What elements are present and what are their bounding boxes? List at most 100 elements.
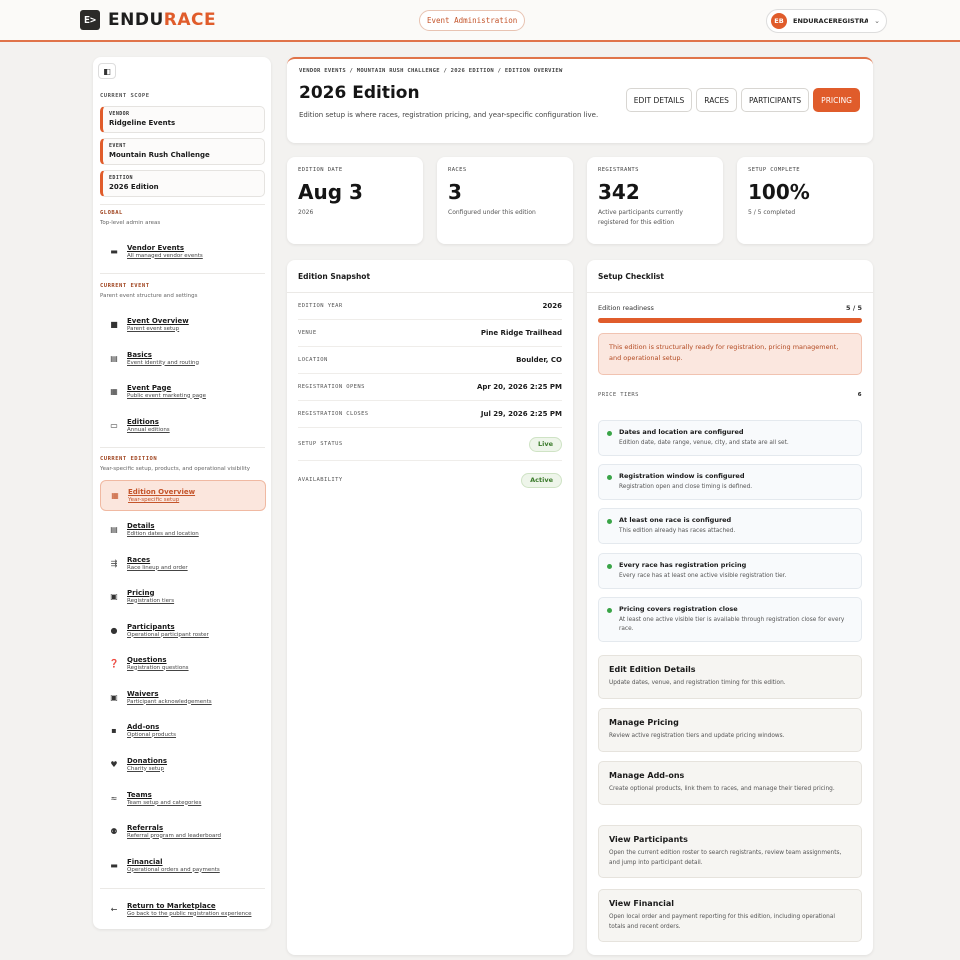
question-icon: ❓ xyxy=(109,658,119,668)
user-menu-button[interactable]: EB ENDURACEREGISTRAT... ⌄ xyxy=(766,9,887,33)
chevron-down-icon: ⌄ xyxy=(874,17,880,25)
edit-edition-details-action[interactable]: Edit Edition Details Update dates, venue,… xyxy=(598,655,862,699)
page-title: 2026 Edition xyxy=(299,83,420,103)
scope-edition: EDITION 2026 Edition xyxy=(100,170,265,197)
status-badge: Live xyxy=(528,436,562,452)
participants-button[interactable]: PARTICIPANTS xyxy=(740,88,810,112)
waiver-icon: ▣ xyxy=(110,692,118,702)
check-dot-icon xyxy=(607,608,612,613)
folder-icon: ■ xyxy=(110,319,118,329)
sidebar-item-add-ons[interactable]: ▪ Add-ons Optional products xyxy=(100,716,266,744)
global-section-sub: Top-level admin areas xyxy=(100,220,161,226)
sidebar-item-financial[interactable]: ▬ Financial Operational orders and paymen… xyxy=(100,851,266,879)
check-dot-icon xyxy=(607,519,612,524)
card-icon: ▬ xyxy=(110,860,118,870)
price-tiers-row: PRICE TIERS 6 xyxy=(598,392,862,398)
heart-icon: ♥ xyxy=(110,759,118,769)
setup-checklist-panel: Setup Checklist Edition readiness 5 / 5 T… xyxy=(587,260,873,955)
checklist-item: Dates and location are configured Edition… xyxy=(598,420,862,456)
current-edition-section-label: CURRENT EDITION xyxy=(100,456,158,462)
manage-add-ons-action[interactable]: Manage Add-ons Create optional products, … xyxy=(598,761,862,805)
stat-registrants: REGISTRANTS 342 Active participants curren… xyxy=(587,157,723,244)
checklist-item: Pricing covers registration close At leas… xyxy=(598,597,862,642)
checklist-item: Every race has registration pricing Every… xyxy=(598,553,862,589)
dashboard-icon: ▦ xyxy=(111,491,119,500)
sidebar-item-referrals[interactable]: ⚉ Referrals Referral program and leaderbo… xyxy=(100,817,266,845)
sidebar-item-donations[interactable]: ♥ Donations Charity setup xyxy=(100,750,266,778)
return-to-marketplace-link[interactable]: ← Return to Marketplace Go back to the pu… xyxy=(100,895,266,923)
view-participants-action[interactable]: View Participants Open the current editio… xyxy=(598,825,862,878)
snapshot-title: Edition Snapshot xyxy=(298,272,371,281)
breadcrumb: VENDOR EVENTS / MOUNTAIN RUSH CHALLENGE … xyxy=(299,68,563,74)
user-name: ENDURACEREGISTRAT... xyxy=(793,17,869,25)
pricing-button[interactable]: PRICING xyxy=(813,88,860,112)
races-button[interactable]: RACES xyxy=(696,88,737,112)
logo-mark-icon: E> xyxy=(80,10,100,30)
brand-logo[interactable]: E> ENDURACE xyxy=(80,10,216,30)
sidebar-item-event-page[interactable]: ▦ Event Page Public event marketing page xyxy=(100,377,266,405)
page-description: Edition setup is where races, registrati… xyxy=(299,111,599,119)
sidebar-item-vendor-events[interactable]: ▬ Vendor Events All managed vendor events xyxy=(100,237,266,265)
sidebar-item-editions[interactable]: ▭ Editions Annual editions xyxy=(100,411,266,439)
checklist-title: Setup Checklist xyxy=(598,272,664,281)
check-dot-icon xyxy=(607,475,612,480)
current-event-section-label: CURRENT EVENT xyxy=(100,283,150,289)
brand-name: ENDURACE xyxy=(108,10,217,30)
snapshot-row-reg-opens: REGISTRATION OPENS Apr 20, 2026 2:25 PM xyxy=(298,374,562,401)
id-card-icon: ▤ xyxy=(110,353,118,363)
sidebar: ◧ CURRENT SCOPE VENDOR Ridgeline Events E… xyxy=(93,57,271,929)
page-icon: ▦ xyxy=(110,386,118,396)
sidebar-item-details[interactable]: ▤ Details Edition dates and location xyxy=(100,515,266,543)
sidebar-item-teams[interactable]: ≈ Teams Team setup and categories xyxy=(100,784,266,812)
view-financial-action[interactable]: View Financial Open local order and payme… xyxy=(598,889,862,942)
snapshot-row-location: LOCATION Boulder, CO xyxy=(298,347,562,374)
arrow-left-icon: ← xyxy=(110,904,118,914)
readiness-row: Edition readiness 5 / 5 xyxy=(598,304,862,312)
manage-pricing-action[interactable]: Manage Pricing Review active registration… xyxy=(598,708,862,752)
snapshot-row-setup-status: SETUP STATUS Live xyxy=(298,428,562,461)
check-dot-icon xyxy=(607,564,612,569)
calendar-icon: ▭ xyxy=(110,420,118,430)
edit-details-button[interactable]: EDIT DETAILS xyxy=(625,88,693,112)
sidebar-item-races[interactable]: ⇶ Races Race lineup and order xyxy=(100,549,266,577)
sidebar-item-questions[interactable]: ❓ Questions Registration questions xyxy=(100,649,266,677)
sidebar-item-waivers[interactable]: ▣ Waivers Participant acknowledgements xyxy=(100,683,266,711)
snapshot-row-year: EDITION YEAR 2026 xyxy=(298,293,562,320)
person-icon: ● xyxy=(110,625,118,635)
snapshot-row-venue: VENUE Pine Ridge Trailhead xyxy=(298,320,562,347)
document-icon: ▤ xyxy=(110,524,118,534)
sidebar-item-event-overview[interactable]: ■ Event Overview Parent event setup xyxy=(100,310,266,338)
sidebar-item-basics[interactable]: ▤ Basics Event identity and routing xyxy=(100,344,266,372)
edition-header: VENDOR EVENTS / MOUNTAIN RUSH CHALLENGE … xyxy=(287,57,873,143)
stat-races: RACES 3 Configured under this edition xyxy=(437,157,573,244)
edition-snapshot-panel: Edition Snapshot EDITION YEAR 2026 VENUE P… xyxy=(287,260,573,955)
check-dot-icon xyxy=(607,431,612,436)
scope-vendor: VENDOR Ridgeline Events xyxy=(100,106,265,133)
route-icon: ⇶ xyxy=(110,558,118,568)
bag-icon: ▪ xyxy=(111,725,117,735)
teams-icon: ≈ xyxy=(110,793,118,803)
sidebar-item-participants[interactable]: ● Participants Operational participant ro… xyxy=(100,616,266,644)
readiness-alert: This edition is structurally ready for r… xyxy=(598,333,862,375)
snapshot-row-availability: AVAILABILITY Active xyxy=(298,461,562,499)
avatar: EB xyxy=(771,13,787,29)
stat-setup-complete: SETUP COMPLETE 100% 5 / 5 completed xyxy=(737,157,873,244)
availability-badge: Active xyxy=(521,472,562,488)
people-icon: ⚉ xyxy=(110,826,118,836)
sidebar-collapse-icon[interactable]: ◧ xyxy=(98,63,116,79)
global-section-label: GLOBAL xyxy=(100,210,123,216)
readiness-progress-bar xyxy=(598,318,862,323)
list-icon: ▬ xyxy=(110,246,118,256)
current-edition-section-sub: Year-specific setup, products, and opera… xyxy=(100,466,251,472)
sidebar-item-edition-overview[interactable]: ▦ Edition Overview Year-specific setup xyxy=(100,480,266,511)
current-event-section-sub: Parent event structure and settings xyxy=(100,293,198,299)
checklist-item: At least one race is configured This edit… xyxy=(598,508,862,544)
scope-event: EVENT Mountain Rush Challenge xyxy=(100,138,265,165)
environment-badge: Event Administration xyxy=(419,10,526,31)
readiness-progress-fill xyxy=(598,318,862,323)
top-bar: E> ENDURACE Event Administration EB ENDU… xyxy=(0,0,960,42)
stat-edition-date: EDITION DATE Aug 3 2026 xyxy=(287,157,423,244)
snapshot-row-reg-closes: REGISTRATION CLOSES Jul 29, 2026 2:25 PM xyxy=(298,401,562,428)
sidebar-item-pricing[interactable]: ▣ Pricing Registration tiers xyxy=(100,582,266,610)
checklist-item: Registration window is configured Registr… xyxy=(598,464,862,500)
